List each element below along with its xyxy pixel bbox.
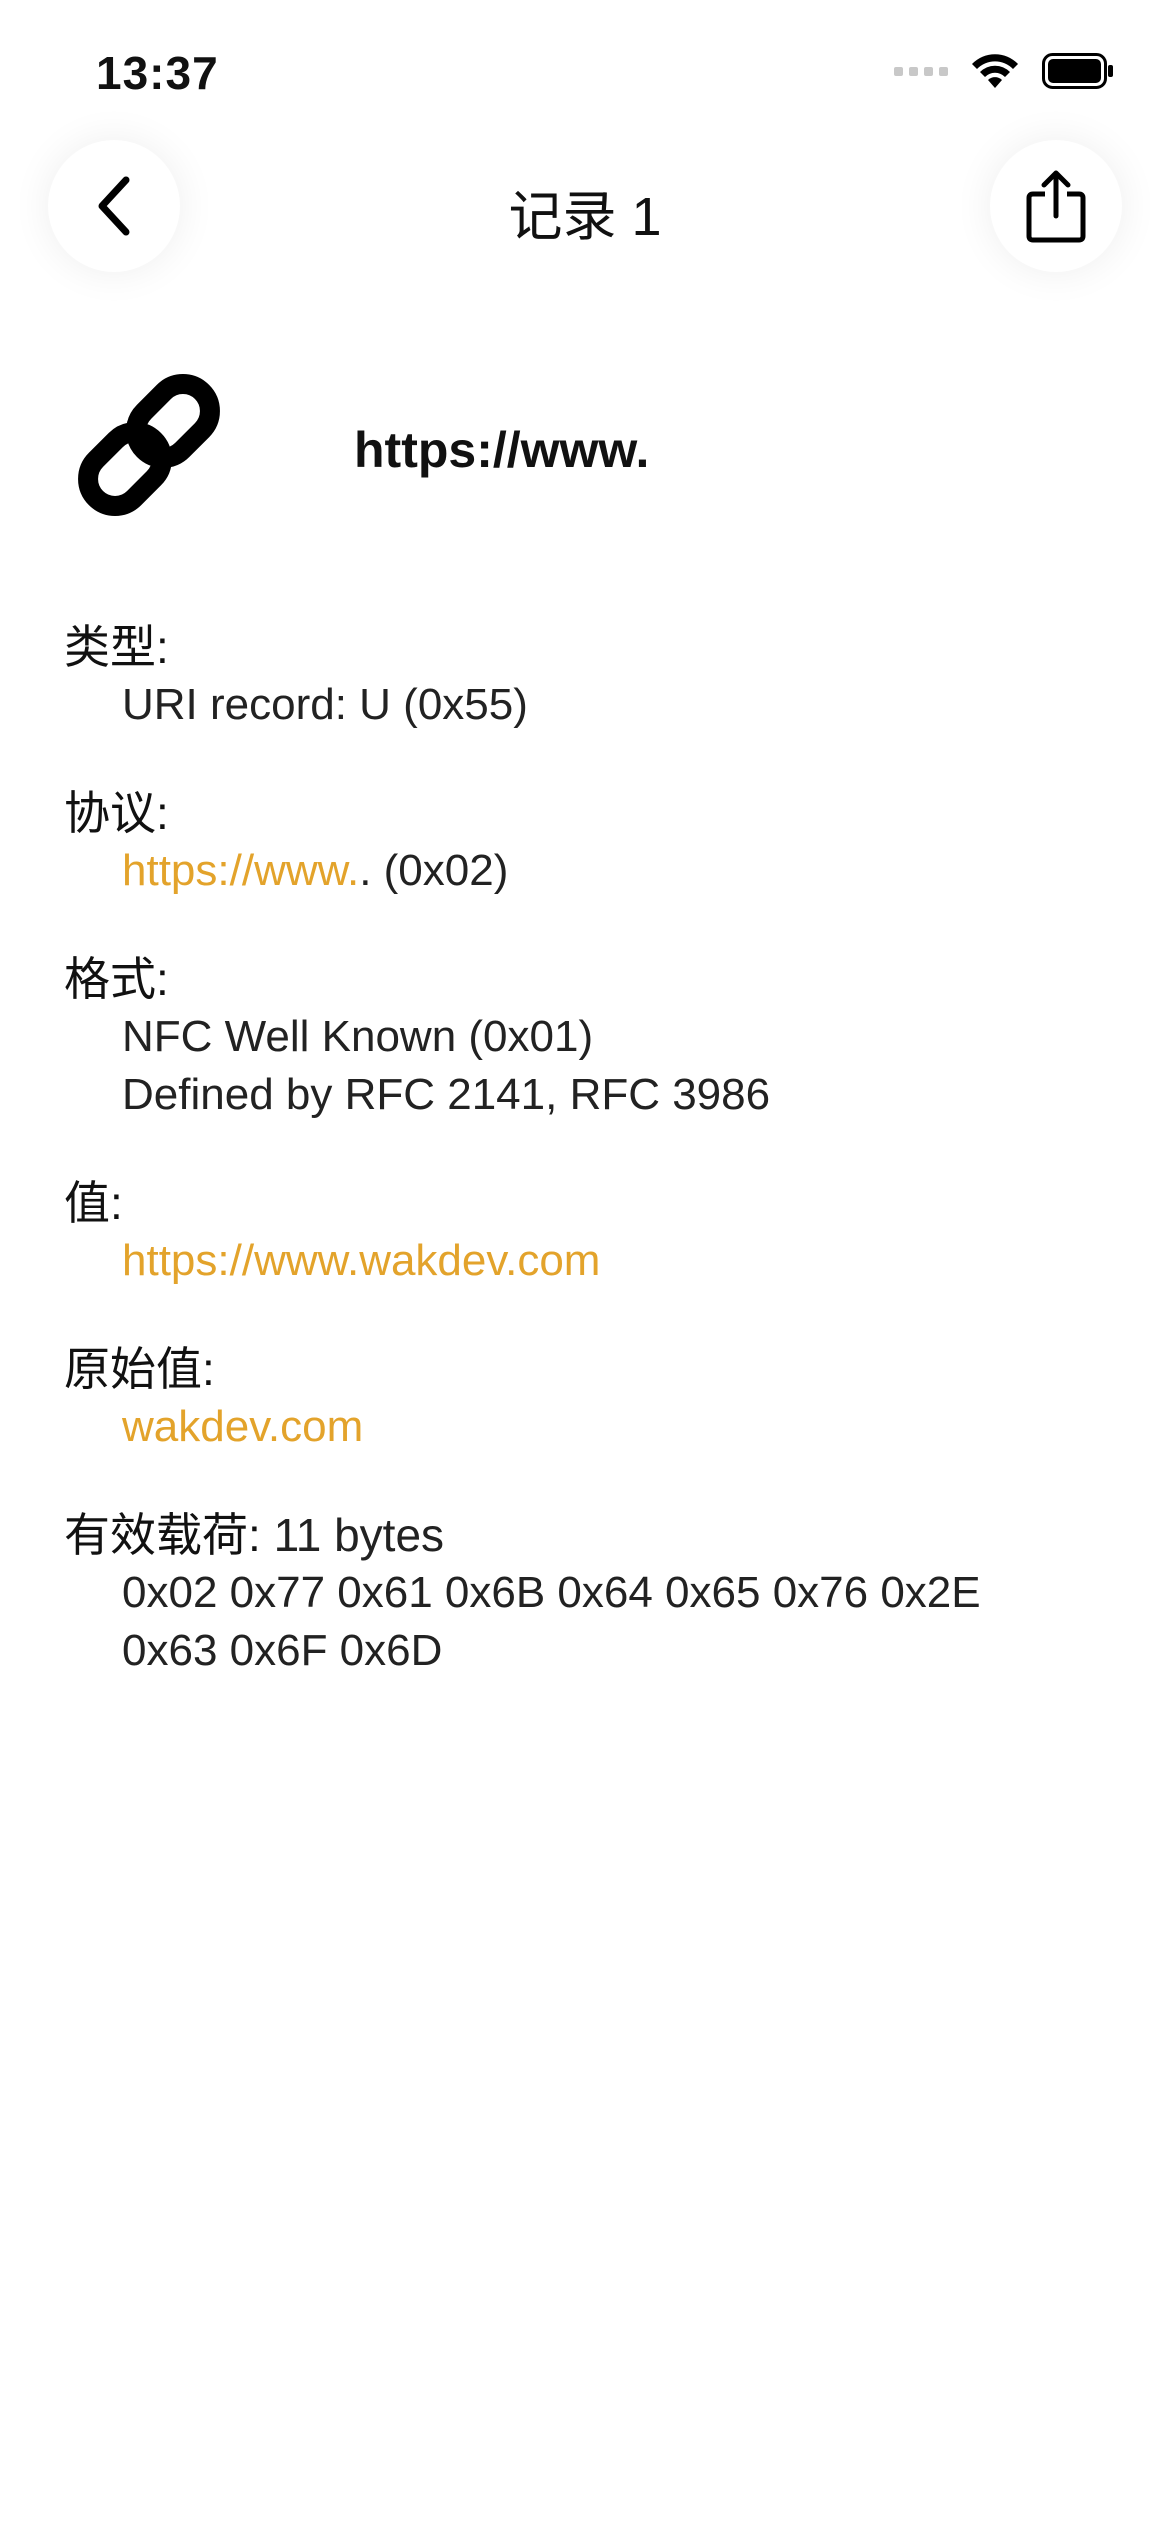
format-value-line-1: NFC Well Known (0x01) xyxy=(122,1012,594,1061)
type-label: 类型: xyxy=(64,621,169,673)
cellular-signal-icon xyxy=(894,66,948,76)
value-label: 值: xyxy=(64,1177,123,1229)
record-details: 类型: URI record: U (0x55) 协议: https://www… xyxy=(64,618,1124,1730)
record-title: https://www. xyxy=(354,422,650,478)
status-time: 13:37 xyxy=(96,47,219,99)
status-bar: 13:37 xyxy=(0,0,1170,140)
format-label: 格式: xyxy=(64,953,169,1005)
wifi-icon xyxy=(972,54,1018,88)
protocol-label: 协议: xyxy=(64,787,169,839)
link-icon xyxy=(78,374,220,516)
share-button[interactable] xyxy=(990,140,1122,272)
value-section: 值: https://www.wakdev.com xyxy=(64,1174,1124,1290)
format-section: 格式: NFC Well Known (0x01) Defined by RFC… xyxy=(64,950,1124,1124)
status-icons xyxy=(894,52,1114,90)
record-header: https://www. xyxy=(64,360,649,530)
value-link[interactable]: https://www.wakdev.com xyxy=(122,1236,600,1285)
protocol-code: . (0x02) xyxy=(359,846,509,895)
format-value-line-2: Defined by RFC 2141, RFC 3986 xyxy=(122,1070,771,1119)
protocol-section: 协议: https://www.. (0x02) xyxy=(64,784,1124,900)
raw-value-field: wakdev.com xyxy=(64,1398,1124,1456)
type-section: 类型: URI record: U (0x55) xyxy=(64,618,1124,734)
raw-value-link[interactable]: wakdev.com xyxy=(122,1402,363,1451)
protocol-value: https://www.. (0x02) xyxy=(64,842,1124,900)
raw-value-section: 原始值: wakdev.com xyxy=(64,1340,1124,1456)
payload-header: 有效载荷: 11 bytes xyxy=(64,1506,1124,1564)
payload-size: 11 bytes xyxy=(273,1509,445,1561)
value-field: https://www.wakdev.com xyxy=(64,1232,1124,1290)
protocol-link[interactable]: https://www. xyxy=(122,846,359,895)
raw-value-label: 原始值: xyxy=(64,1343,215,1395)
payload-section: 有效载荷: 11 bytes 0x02 0x77 0x61 0x6B 0x64 … xyxy=(64,1506,1124,1680)
payload-bytes-line-1: 0x02 0x77 0x61 0x6B 0x64 0x65 0x76 0x2E xyxy=(122,1568,981,1617)
battery-icon xyxy=(1042,53,1113,89)
payload-label: 有效载荷: xyxy=(64,1509,261,1561)
payload-bytes-line-2: 0x63 0x6F 0x6D xyxy=(122,1626,443,1675)
share-icon xyxy=(1026,170,1086,243)
type-value: URI record: U (0x55) xyxy=(122,680,528,729)
record-detail-screen: 13:37 记录 1 https://www. 类型: URI record: … xyxy=(0,0,1170,2532)
